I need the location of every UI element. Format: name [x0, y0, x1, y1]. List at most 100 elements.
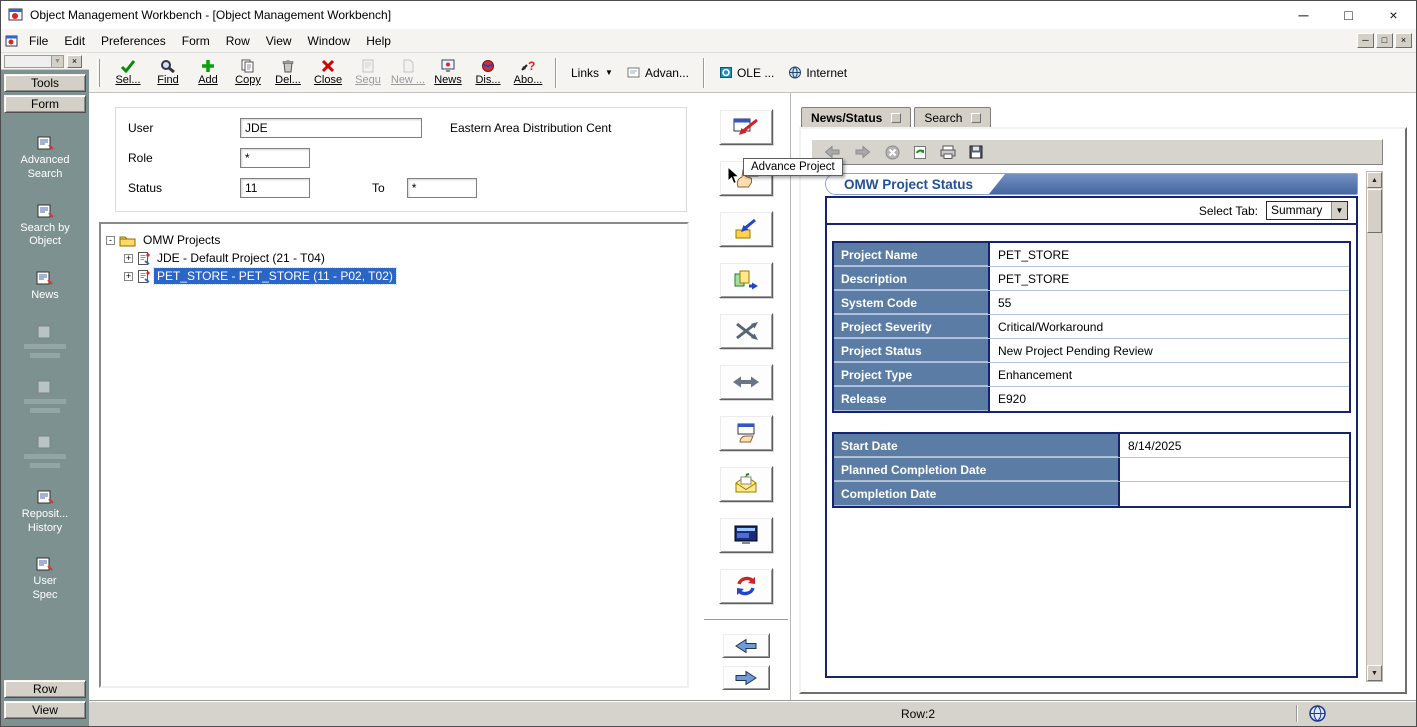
mdi-close-icon[interactable]: ×	[1395, 33, 1412, 48]
table-row: Description PET_STORE	[834, 267, 1349, 291]
minimize-icon[interactable]: ─	[1281, 1, 1326, 29]
news-button[interactable]: News	[428, 55, 468, 90]
chevron-down-icon[interactable]: ▼	[1331, 202, 1347, 219]
menu-form[interactable]: Form	[174, 30, 218, 52]
table-row: Planned Completion Date	[834, 458, 1349, 482]
mouse-cursor	[727, 166, 740, 188]
select-tab-label: Select Tab:	[1199, 204, 1258, 218]
scroll-up-icon[interactable]: ▲	[1367, 172, 1382, 188]
select-tab-combo[interactable]: Summary ▼	[1266, 201, 1348, 220]
tree-node-pet-store[interactable]: + PET_STORE - PET_STORE (11 - P02, T02)	[124, 267, 682, 285]
copy-button[interactable]: Copy	[228, 55, 268, 90]
omw-action-button-5[interactable]	[719, 313, 773, 349]
find-button[interactable]: Find	[148, 55, 188, 90]
crossed-arrows-icon	[732, 320, 760, 342]
table-row: Project Status New Project Pending Revie…	[834, 339, 1349, 363]
role-input[interactable]	[240, 148, 310, 168]
project-icon	[137, 251, 150, 266]
omw-action-button-3[interactable]	[719, 211, 773, 247]
save-icon[interactable]	[969, 145, 983, 159]
panel-tabs: News/Status Search	[799, 107, 1407, 127]
omw-action-button-9[interactable]	[719, 517, 773, 553]
mdi-minimize-icon[interactable]: ─	[1357, 33, 1374, 48]
menu-row[interactable]: Row	[218, 30, 258, 52]
form-button[interactable]: Form	[4, 95, 86, 113]
view-button[interactable]: View	[4, 701, 86, 719]
tab-news-status[interactable]: News/Status	[801, 107, 911, 127]
toolbar-grip[interactable]	[97, 59, 100, 87]
internet-button[interactable]: Internet	[781, 58, 854, 88]
status-to-input[interactable]	[407, 178, 477, 198]
add-button[interactable]: Add	[188, 55, 228, 90]
vertical-scrollbar[interactable]: ▲ ▼	[1366, 171, 1383, 682]
tools-button[interactable]: Tools	[4, 74, 86, 92]
select-button[interactable]: Sel...	[108, 55, 148, 90]
app-icon	[8, 7, 24, 23]
menu-preferences[interactable]: Preferences	[93, 30, 174, 52]
sequence-page-icon	[360, 59, 376, 73]
forward-icon[interactable]	[854, 145, 872, 159]
sidebar-item-news[interactable]: News	[31, 271, 59, 303]
sidebar-item-disabled-3	[24, 435, 66, 468]
status-from-input[interactable]	[240, 178, 310, 198]
omw-action-button-10[interactable]	[719, 568, 773, 604]
user-input[interactable]	[240, 118, 422, 138]
table-row: Project Type Enhancement	[834, 363, 1349, 387]
toolbar-separator	[703, 58, 705, 88]
maximize-icon[interactable]: □	[1326, 1, 1371, 29]
scrollbar-thumb[interactable]	[1367, 189, 1382, 233]
menu-window[interactable]: Window	[300, 30, 359, 52]
links-dropdown[interactable]: Links ▼	[564, 58, 620, 88]
strip-divider	[704, 619, 788, 620]
mdi-restore-icon[interactable]: □	[1376, 33, 1393, 48]
title-bar: Object Management Workbench - [Object Ma…	[1, 1, 1416, 29]
omw-action-button-7[interactable]	[719, 415, 773, 451]
tree-node-default-project[interactable]: + JDE - Default Project (21 - T04)	[124, 249, 682, 267]
collapse-icon[interactable]: -	[106, 236, 115, 245]
delete-button[interactable]: Del...	[268, 55, 308, 90]
page-icon	[37, 136, 54, 151]
scroll-down-icon[interactable]: ▼	[1367, 665, 1382, 681]
advanced-button[interactable]: Advan...	[620, 58, 696, 88]
previous-button[interactable]	[722, 633, 770, 658]
tab-search[interactable]: Search	[914, 107, 991, 127]
about-button[interactable]: ? Abo...	[508, 55, 548, 90]
menu-view[interactable]: View	[258, 30, 300, 52]
close-icon[interactable]: ×	[1371, 1, 1416, 29]
back-icon[interactable]	[823, 145, 841, 159]
project-icon	[137, 269, 150, 284]
dispatch-button[interactable]: Dis...	[468, 55, 508, 90]
expand-icon[interactable]: +	[124, 254, 133, 263]
tree-root[interactable]: - OMW Projects	[106, 231, 682, 249]
next-button[interactable]	[722, 665, 770, 690]
print-icon[interactable]	[940, 145, 956, 159]
sidebar-item-repository-history[interactable]: Reposit... History	[22, 490, 68, 536]
double-arrow-icon	[732, 371, 760, 393]
refresh-icon[interactable]	[913, 145, 927, 160]
toolbar-combo[interactable]: ▼	[4, 55, 64, 68]
sidebar-item-advanced-search[interactable]: Advanced Search	[21, 136, 70, 182]
omw-action-button-8[interactable]	[719, 466, 773, 502]
page-icon	[37, 490, 54, 505]
toolbar-close-icon[interactable]: ×	[67, 55, 82, 68]
stop-icon[interactable]	[885, 145, 900, 160]
selected-tree-node[interactable]: PET_STORE - PET_STORE (11 - P02, T02)	[154, 268, 396, 284]
close-form-button[interactable]: Close	[308, 55, 348, 90]
expand-icon[interactable]: +	[124, 272, 133, 281]
ole-button[interactable]: OLE ...	[712, 58, 781, 88]
statusbar-separator	[1296, 705, 1298, 722]
menu-edit[interactable]: Edit	[56, 30, 93, 52]
omw-action-button-6[interactable]	[719, 364, 773, 400]
menu-file[interactable]: File	[21, 30, 56, 52]
sidebar-item-search-by-object[interactable]: Search by Object	[20, 204, 70, 250]
copy-icon	[240, 59, 256, 73]
menu-help[interactable]: Help	[358, 30, 399, 52]
row-button[interactable]: Row	[4, 680, 86, 698]
omw-action-button-1[interactable]	[719, 109, 773, 145]
sidebar-item-user-spec[interactable]: User Spec	[32, 557, 57, 603]
project-summary-table: Project Name PET_STORE Description PET_S…	[832, 241, 1351, 413]
news-monitor-icon	[440, 59, 456, 73]
hand-window-icon	[732, 422, 760, 444]
omw-action-button-4[interactable]	[719, 262, 773, 298]
status-bar: Row:2	[89, 700, 1416, 726]
